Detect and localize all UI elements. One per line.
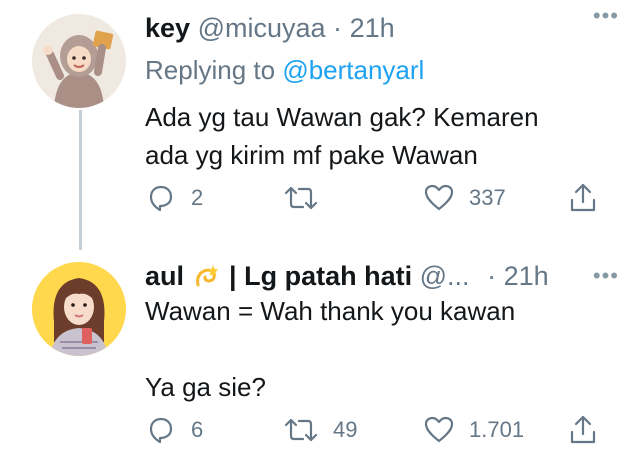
tweet-text: Wawan = Wah thank you kawan Ya ga sie? <box>145 292 515 406</box>
avatar[interactable] <box>32 262 126 356</box>
reply-count: 6 <box>191 417 204 442</box>
tweet-header: aul | Lg patah hati @... · 21h <box>145 260 549 292</box>
tweet-key[interactable]: key @micuyaa · 21h ••• Replying to @bert… <box>0 0 633 250</box>
action-bar: 6 49 1.701 <box>145 414 605 450</box>
retweet-icon <box>284 418 318 442</box>
retweet-count: 49 <box>333 417 358 442</box>
more-options-icon[interactable]: ••• <box>593 5 619 27</box>
tweet-text-line: Ya ga sie? <box>145 372 266 402</box>
retweet-button[interactable] <box>283 182 333 214</box>
avatar-photo <box>32 262 126 356</box>
avatar-illustration <box>32 14 126 108</box>
avatar[interactable] <box>32 14 126 108</box>
heart-icon <box>424 184 454 211</box>
like-count: 337 <box>469 185 506 210</box>
action-bar: 2 337 <box>145 182 605 218</box>
like-button[interactable]: 1.701 <box>423 414 524 446</box>
user-handle[interactable]: @... <box>420 261 470 291</box>
tweet-header: key @micuyaa · 21h <box>145 12 395 44</box>
like-count: 1.701 <box>469 417 525 442</box>
display-name[interactable]: key <box>145 13 190 43</box>
tweet-text-line: Ada yg tau Wawan gak? Kemaren <box>145 102 539 132</box>
separator-dot: · <box>487 261 497 291</box>
tweet-text: Ada yg tau Wawan gak? Kemaren ada yg kir… <box>145 98 539 174</box>
dizzy-emoji-icon <box>195 265 219 287</box>
reply-button[interactable]: 2 <box>145 182 203 214</box>
reply-count: 2 <box>191 185 204 210</box>
share-icon <box>570 415 596 444</box>
retweet-icon <box>284 186 318 210</box>
display-name[interactable]: aul | Lg patah hati <box>145 261 420 291</box>
tweet-aul[interactable]: aul | Lg patah hati @... · 21h ••• Wawan… <box>0 250 633 466</box>
user-handle[interactable]: @micuyaa <box>198 13 326 43</box>
replying-to: Replying to @bertanyarl <box>145 55 424 86</box>
tweet-text-line: Wawan = Wah thank you kawan <box>145 296 516 326</box>
timestamp[interactable]: 21h <box>350 13 395 43</box>
heart-icon <box>424 416 454 443</box>
replying-to-mention[interactable]: @bertanyarl <box>282 55 424 85</box>
share-icon <box>570 183 596 212</box>
tweet-text-line <box>145 330 515 368</box>
display-name-suffix: | Lg patah hati <box>229 261 413 291</box>
retweet-button[interactable]: 49 <box>283 414 357 446</box>
share-button[interactable] <box>567 414 599 446</box>
reply-icon <box>149 185 173 212</box>
timestamp[interactable]: 21h <box>504 261 549 291</box>
replying-to-label: Replying to <box>145 55 276 85</box>
reply-button[interactable]: 6 <box>145 414 203 446</box>
separator-dot: · <box>333 13 343 43</box>
more-options-icon[interactable]: ••• <box>593 265 619 287</box>
share-button[interactable] <box>567 182 599 214</box>
like-button[interactable]: 337 <box>423 182 506 214</box>
reply-icon <box>149 417 173 444</box>
tweet-text-line: ada yg kirim mf pake Wawan <box>145 140 478 170</box>
display-name-prefix: aul <box>145 261 185 291</box>
